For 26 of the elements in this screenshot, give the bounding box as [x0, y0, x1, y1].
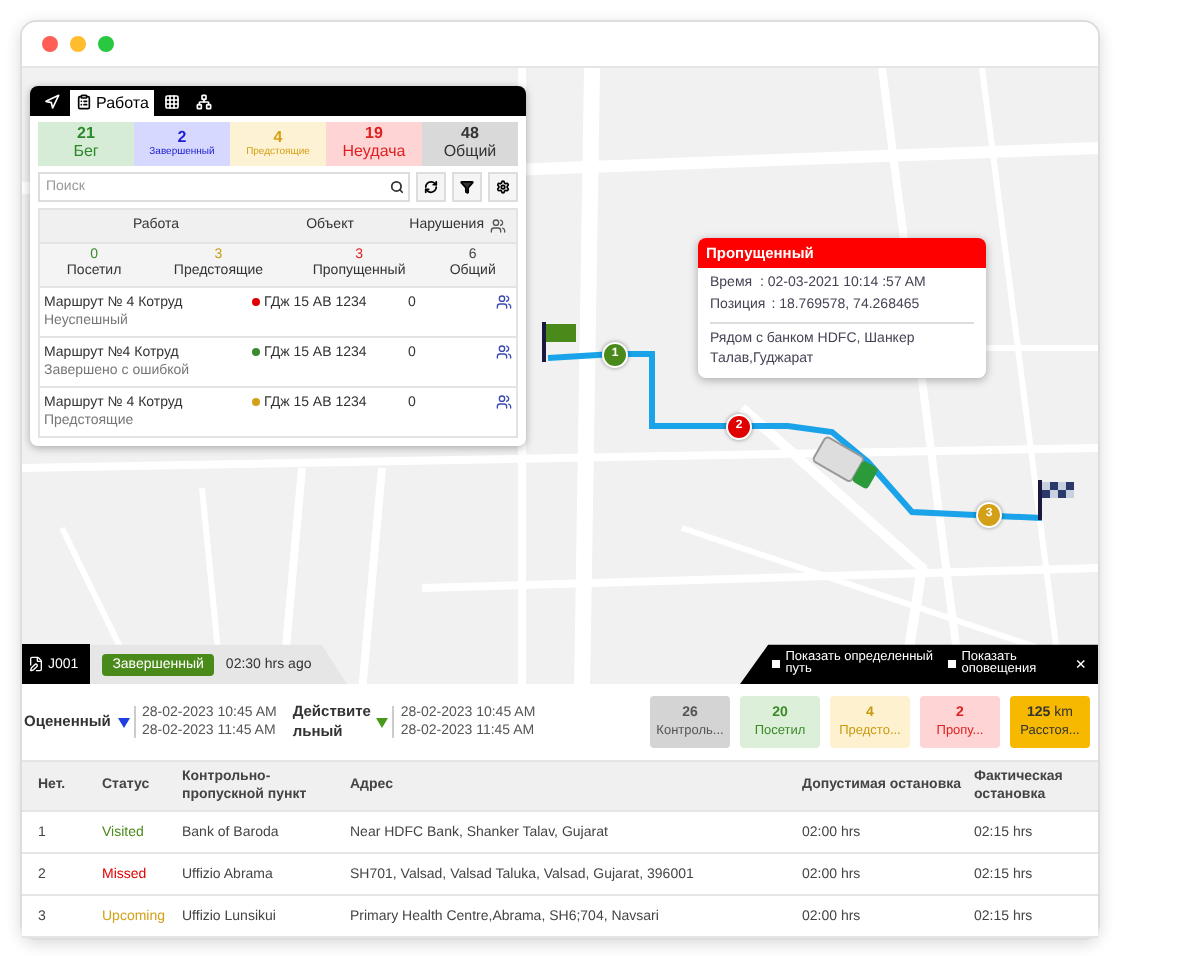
filter-button[interactable]	[452, 171, 482, 202]
summary-tile[interactable]: 19 Неудача	[326, 121, 422, 166]
panel-tab[interactable]: Работа	[70, 89, 155, 116]
start-flag-icon	[542, 321, 578, 362]
maximize-window-dot[interactable]	[98, 35, 114, 52]
edit-icon	[28, 656, 44, 673]
summary-tile[interactable]: 48 Общий	[422, 121, 518, 166]
summary-tile[interactable]: 21 Бег	[38, 121, 134, 166]
users-icon[interactable]	[496, 343, 512, 360]
close-button[interactable]: ×	[1071, 654, 1090, 675]
filter-icon	[460, 179, 474, 194]
navigation-icon	[44, 94, 60, 111]
close-window-dot[interactable]	[42, 35, 58, 52]
clipboard-icon	[76, 94, 92, 111]
minimize-window-dot[interactable]	[70, 35, 86, 52]
users-icon	[490, 217, 506, 234]
users-icon[interactable]	[496, 393, 512, 410]
search-icon	[390, 179, 404, 194]
refresh-icon	[424, 179, 438, 194]
settings-icon	[496, 179, 510, 194]
network-icon	[196, 94, 213, 111]
settings-button[interactable]	[488, 171, 518, 202]
grid-icon	[164, 94, 181, 111]
refresh-button[interactable]	[416, 171, 446, 202]
checkered-flag-icon	[1038, 479, 1078, 520]
users-icon[interactable]	[496, 293, 512, 310]
